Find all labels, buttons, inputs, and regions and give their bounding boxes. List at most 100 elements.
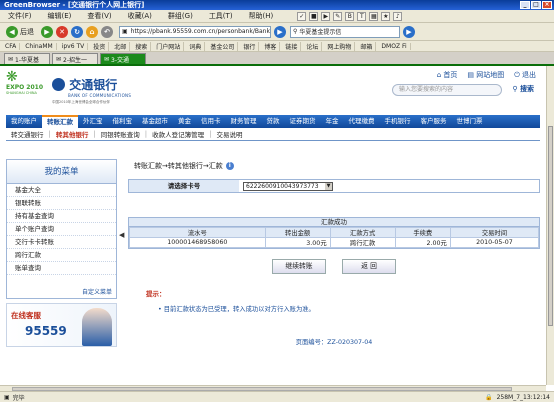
address-bar[interactable]: ▣ https://pbank.95559.com.cn/personbank/… xyxy=(119,25,271,38)
main-nav-item[interactable]: 手机银行 xyxy=(380,115,416,128)
favorite-link[interactable]: 北邮 xyxy=(111,41,131,51)
sub-nav-item[interactable]: 交易说明 xyxy=(211,129,247,139)
favorite-link[interactable]: 投资 xyxy=(90,41,110,51)
play-icon[interactable]: ▶ xyxy=(321,11,331,21)
status-memory-time: 258M_7_13:12:14 xyxy=(496,393,550,401)
left-menu-item[interactable]: 银联转账 xyxy=(7,197,116,210)
main-nav-item[interactable]: 基金超市 xyxy=(137,115,173,128)
sub-nav-item[interactable]: 收款人登记簿管理 xyxy=(147,129,209,139)
close-button[interactable]: × xyxy=(542,1,552,9)
scrollbar-thumb[interactable] xyxy=(548,126,553,326)
main-nav-item[interactable]: 贷款 xyxy=(262,115,285,128)
site-search-input[interactable]: 输入您要搜索的内容 xyxy=(392,84,502,96)
tab-admissions[interactable]: ✉ 2-招生一 xyxy=(52,53,98,64)
continue-transfer-button[interactable]: 继续转账 xyxy=(272,259,326,274)
logout-link[interactable]: ⏻ 退出 xyxy=(514,70,536,80)
tab-huaxia[interactable]: ✉ 1-华夏基 xyxy=(4,53,50,64)
custom-menu-link[interactable]: 自定义菜单 xyxy=(82,287,112,296)
main-nav-item[interactable]: 年金 xyxy=(321,115,344,128)
hotline-number: 95559 xyxy=(25,324,67,338)
search-engine-box[interactable]: ⚲ 华夏基金提示信 xyxy=(290,25,400,38)
home-link[interactable]: ⌂ 首页 xyxy=(437,70,458,80)
collapse-menu-icon[interactable]: ◀ xyxy=(119,231,125,243)
menu-edit[interactable]: 编辑(E) xyxy=(40,11,80,21)
sub-nav-item[interactable]: 同银转账查询 xyxy=(96,129,145,139)
favorite-link[interactable]: 论坛 xyxy=(303,41,323,51)
favorite-link[interactable]: 搜索 xyxy=(132,41,152,51)
vertical-scrollbar[interactable] xyxy=(546,66,554,385)
menu-groups[interactable]: 群组(G) xyxy=(160,11,201,21)
site-search-button[interactable]: ⚲ 搜索 xyxy=(512,84,534,94)
lock-icon: 🔒 xyxy=(485,393,493,401)
main-nav: 我的账户 转账汇款 外汇宝 借利宝 基金超市 黄金 信用卡 财务管理 贷款 证券期货 年金 代理缴费手… xyxy=(6,115,540,128)
home-button[interactable]: ⌂ xyxy=(86,25,98,38)
main-nav-item[interactable]: 转账汇款 xyxy=(42,115,78,128)
tips-title: 提示： xyxy=(146,290,166,298)
result-table: 流水号 转出金额 汇款方式 手续费 交易时间 100001468958060 3.00元跨… xyxy=(129,227,540,248)
star-icon[interactable]: ★ xyxy=(381,11,391,21)
stop-icon[interactable]: ■ xyxy=(309,11,319,21)
refresh-button[interactable]: ↻ xyxy=(71,25,83,38)
info-icon[interactable]: i xyxy=(225,162,234,170)
main-nav-item[interactable]: 借利宝 xyxy=(108,115,138,128)
tab-bocom[interactable]: ✉ 3-交通 xyxy=(100,53,146,64)
favorite-link[interactable]: 邮箱 xyxy=(357,41,377,51)
favorite-link[interactable]: 基金公司 xyxy=(207,41,239,51)
minimize-button[interactable]: _ xyxy=(520,1,530,9)
menu-favorites[interactable]: 收藏(A) xyxy=(120,11,160,21)
online-service-banner[interactable]: 在线客服 95559 xyxy=(6,303,117,347)
menu-help[interactable]: 帮助(H) xyxy=(241,11,282,21)
forward-button[interactable]: ▶ xyxy=(41,25,53,38)
main-nav-item[interactable]: 信用卡 xyxy=(196,115,226,128)
main-nav-item[interactable]: 代理缴费 xyxy=(344,115,380,128)
column-header: 汇款方式 xyxy=(329,227,396,238)
sub-nav-item[interactable]: 转交通银行 xyxy=(6,129,49,139)
maximize-button[interactable]: □ xyxy=(531,1,541,9)
sitemap-link[interactable]: ▤ 网站地图 xyxy=(467,70,504,80)
favorite-link[interactable]: ipv6 TV xyxy=(59,42,89,50)
favorite-link[interactable]: ChinaMM xyxy=(22,42,57,50)
favorite-link[interactable]: 银行 xyxy=(240,41,260,51)
left-menu-item[interactable]: 持有基金查询 xyxy=(7,210,116,223)
menu-view[interactable]: 查看(V) xyxy=(79,11,119,21)
favorite-link[interactable]: CFA xyxy=(2,42,21,50)
bank-subtitle: 中国2010年上海世博会全球合作伙伴 xyxy=(52,100,110,104)
back-button[interactable]: ◀ 后退 xyxy=(2,25,38,39)
action-buttons: 继续转账 返 回 xyxy=(128,259,540,274)
pen-icon[interactable]: ✎ xyxy=(333,11,343,21)
speaker-icon[interactable]: ♪ xyxy=(393,11,403,21)
favorite-link[interactable]: 链接 xyxy=(282,41,302,51)
favorite-link[interactable]: 词典 xyxy=(186,41,206,51)
left-menu-item[interactable]: 单个账户查询 xyxy=(7,223,116,236)
main-nav-item[interactable]: 证券期货 xyxy=(285,115,321,128)
left-menu-item[interactable]: 交行卡卡转账 xyxy=(7,236,116,249)
favorite-link[interactable]: DMOZ Fi xyxy=(378,42,411,50)
go-button[interactable]: ▶ xyxy=(274,25,286,38)
left-menu-item[interactable]: 基金大全 xyxy=(7,184,116,197)
bold-icon[interactable]: B xyxy=(345,11,355,21)
main-nav-item[interactable]: 世博门票 xyxy=(452,115,488,128)
undo-button[interactable]: ↶ xyxy=(101,25,113,38)
favorite-link[interactable]: 门户网站 xyxy=(153,41,185,51)
menu-file[interactable]: 文件(F) xyxy=(0,11,40,21)
table-row: 100001468958060 3.00元 跨行汇款 2.00元 2010-05-07 xyxy=(129,237,540,248)
search-go-button[interactable]: ▶ xyxy=(403,25,415,38)
main-nav-item[interactable]: 外汇宝 xyxy=(78,115,108,128)
main-nav-item[interactable]: 我的账户 xyxy=(6,115,42,128)
left-menu-item[interactable]: 账单查询 xyxy=(7,262,116,275)
return-button[interactable]: 返 回 xyxy=(342,259,396,274)
tab-bar: ✉ 1-华夏基 ✉ 2-招生一 ✉ 3-交通 xyxy=(0,52,554,66)
text-icon[interactable]: T xyxy=(357,11,367,21)
favorite-link[interactable]: 网上购物 xyxy=(324,41,356,51)
card-number-select[interactable]: 6222600910043973773 ▼ xyxy=(243,181,333,191)
main-nav-item[interactable]: 财务管理 xyxy=(226,115,262,128)
grid-icon[interactable]: ▦ xyxy=(369,11,379,21)
check-icon[interactable]: ✓ xyxy=(297,11,307,21)
menu-tools[interactable]: 工具(T) xyxy=(201,11,241,21)
main-nav-item[interactable]: 黄金 xyxy=(173,115,196,128)
stop-button[interactable]: ✕ xyxy=(56,25,68,38)
sub-nav-item[interactable]: 转其他银行 xyxy=(51,129,94,139)
main-nav-item[interactable]: 客户服务 xyxy=(416,115,452,128)
favorite-link[interactable]: 博客 xyxy=(261,41,281,51)
left-menu-item[interactable]: 跨行汇款 xyxy=(7,249,116,262)
